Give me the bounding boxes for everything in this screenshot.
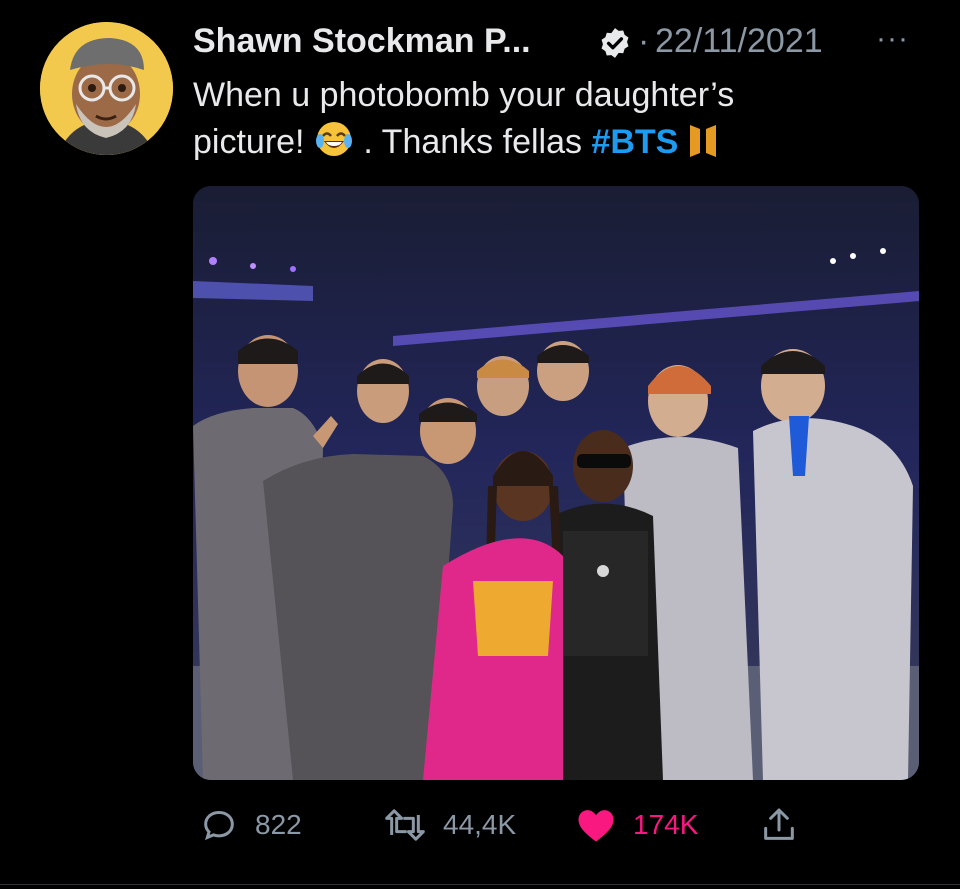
tweet-text-part: . Thanks fellas — [363, 123, 582, 161]
retweet-count: 44,4K — [443, 809, 517, 840]
tweet-text-part: picture! — [193, 123, 305, 161]
tweet-text: When u photobomb your daughter’s picture… — [193, 72, 913, 172]
tweet-text-line2: picture! . Thanks fellas #BTS — [193, 119, 913, 172]
heart-icon — [578, 810, 614, 842]
more-options-icon[interactable]: ··· — [876, 22, 909, 56]
tweet-photo[interactable] — [193, 186, 919, 780]
separator-dot: · — [638, 22, 650, 60]
like-count: 174K — [633, 809, 699, 840]
hashtag-link[interactable]: #BTS — [591, 123, 678, 161]
avatar-image — [40, 22, 173, 155]
avatar[interactable] — [40, 22, 173, 155]
retweet-button[interactable]: 44,4K — [383, 800, 516, 850]
verified-badge-icon — [601, 28, 629, 58]
share-icon — [764, 808, 794, 840]
like-button[interactable]: 174K — [575, 800, 698, 850]
bts-logo-icon — [688, 123, 718, 172]
laughing-emoji-icon — [314, 119, 354, 172]
retweet-icon — [385, 809, 425, 841]
divider — [0, 884, 960, 885]
tweet-text-line1: When u photobomb your daughter’s — [193, 76, 735, 114]
reply-icon — [204, 810, 234, 841]
tweet-date[interactable]: 22/11/2021 — [655, 22, 823, 61]
tweet-header: Shawn Stockman P... · 22/11/2021 ··· — [193, 18, 960, 66]
group-photo-image — [193, 186, 919, 780]
author-name[interactable]: Shawn Stockman P... — [193, 22, 531, 61]
share-button[interactable] — [759, 800, 799, 850]
tweet-actions: 822 44,4K 174K — [193, 800, 919, 850]
reply-count: 822 — [255, 809, 302, 840]
reply-button[interactable]: 822 — [199, 800, 302, 850]
